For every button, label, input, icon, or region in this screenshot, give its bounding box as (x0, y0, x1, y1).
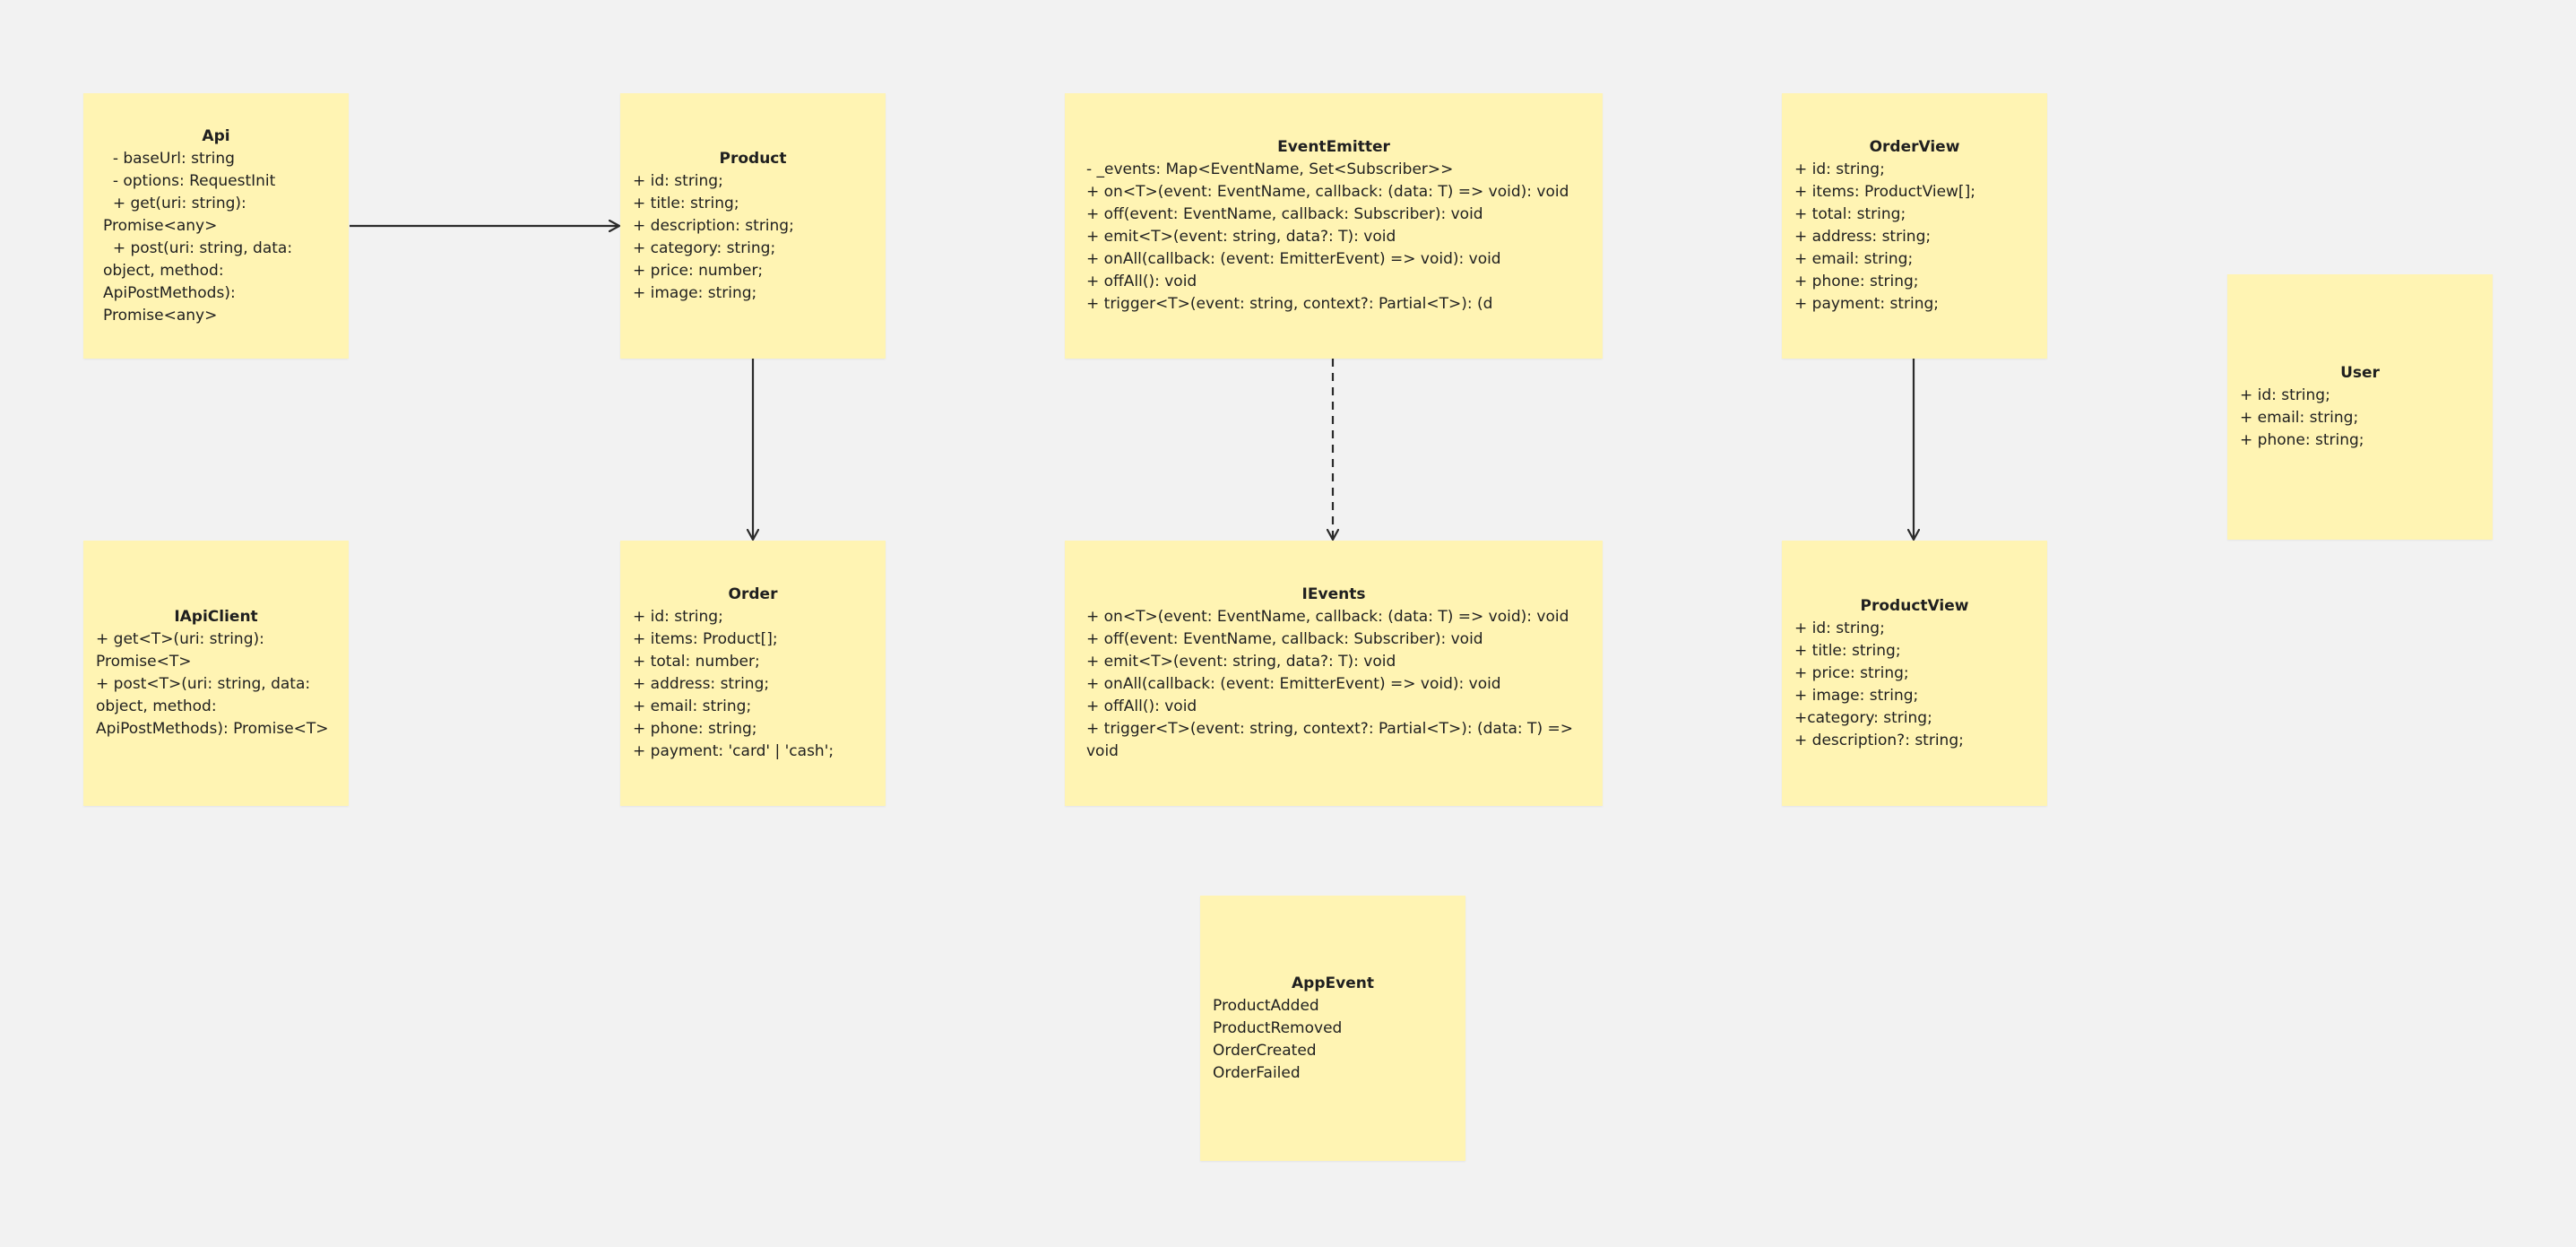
note-lines: - _events: Map<EventName, Set<Subscriber… (1086, 159, 1581, 316)
note-line: + phone: string; (1794, 273, 1919, 290)
note-line: + on<T>(event: EventName, callback: (dat… (1086, 183, 1569, 201)
note-line: + id: string; (1794, 619, 1885, 637)
note-line: - options: RequestInit (103, 171, 276, 190)
note-title: ProductView (1860, 596, 1969, 615)
note-title: IEvents (1301, 585, 1366, 603)
note-lines: + get<T>(uri: string): Promise<T> + post<… (96, 628, 336, 740)
sticky-note-productview[interactable]: ProductView + id: string; + title: string… (1782, 541, 2047, 806)
note-title: EventEmitter (1277, 138, 1390, 156)
note-line: OrderCreated (1213, 1041, 1317, 1060)
note-line: + email: string; (633, 697, 752, 715)
note-line: + get(uri: string): Promise<any> (103, 194, 252, 235)
note-lines: + id: string; + items: ProductView[]; + to… (1794, 159, 2035, 316)
note-line: + on<T>(event: EventName, callback: (dat… (1086, 608, 1569, 626)
note-line: + post<T>(uri: string, data: object, met… (96, 675, 329, 738)
note-line: + onAll(callback: (event: EmitterEvent) … (1086, 675, 1501, 693)
note-line: + phone: string; (2240, 431, 2364, 449)
sticky-note-ievents[interactable]: IEvents + on<T>(event: EventName, callba… (1065, 541, 1603, 806)
whiteboard-canvas[interactable]: Api - baseUrl: string - options: Request… (0, 0, 2576, 1247)
note-line: + id: string; (633, 608, 723, 626)
note-line: + title: string; (1794, 641, 1901, 660)
sticky-note-iapiclient[interactable]: IApiClient + get<T>(uri: string): Promis… (83, 541, 349, 806)
note-lines: + on<T>(event: EventName, callback: (dat… (1086, 606, 1581, 763)
note-title: Api (202, 126, 230, 145)
note-line: + items: Product[]; (633, 630, 778, 648)
note-title: Product (719, 149, 787, 168)
note-line: + onAll(callback: (event: EmitterEvent) … (1086, 250, 1501, 268)
note-title: AppEvent (1292, 974, 1374, 992)
sticky-note-order[interactable]: Order + id: string; + items: Product[]; + … (620, 541, 886, 806)
note-line: + description?: string; (1794, 731, 1964, 749)
note-line: + total: string; (1794, 205, 1906, 223)
note-line: + off(event: EventName, callback: Subscr… (1086, 630, 1483, 648)
note-line: + title: string; (633, 194, 739, 212)
note-title: IApiClient (174, 608, 258, 626)
note-lines: + id: string; + email: string; + phone: st… (2240, 385, 2480, 452)
note-line: - _events: Map<EventName, Set<Subscriber… (1086, 160, 1454, 178)
note-line: + id: string; (1794, 160, 1885, 178)
note-line: + image: string; (633, 283, 757, 302)
note-line: + email: string; (2240, 409, 2359, 427)
sticky-note-orderview[interactable]: OrderView + id: string; + items: ProductV… (1782, 93, 2047, 359)
note-line: + emit<T>(event: string, data?: T): void (1086, 653, 1396, 671)
note-lines: + id: string; + items: Product[]; + total:… (633, 606, 873, 763)
note-line: + trigger<T>(event: string, context?: Pa… (1086, 720, 1578, 760)
note-line: + phone: string; (633, 720, 757, 738)
sticky-note-api[interactable]: Api - baseUrl: string - options: Request… (83, 93, 349, 359)
note-line: + id: string; (633, 171, 723, 190)
note-line: OrderFailed (1213, 1063, 1301, 1082)
note-title: OrderView (1869, 138, 1960, 156)
note-line: + image: string; (1794, 686, 1919, 705)
note-line: + offAll(): void (1086, 697, 1197, 715)
note-line: ProductAdded (1213, 996, 1319, 1015)
note-line: + emit<T>(event: string, data?: T): void (1086, 228, 1396, 246)
note-title: Order (728, 585, 778, 603)
note-line: + payment: 'card' | 'cash'; (633, 742, 834, 760)
note-line: + address: string; (633, 675, 770, 693)
note-title: User (2340, 364, 2380, 382)
sticky-note-product[interactable]: Product + id: string; + title: string; + d… (620, 93, 886, 359)
note-line: - baseUrl: string (103, 149, 235, 168)
note-lines: ProductAdded ProductRemoved OrderCreated Or… (1213, 995, 1453, 1085)
note-lines: + id: string; + title: string; + price: st… (1794, 618, 2035, 752)
note-line: + price: string; (1794, 663, 1909, 682)
sticky-note-eventemitter[interactable]: EventEmitter - _events: Map<EventName, S… (1065, 93, 1603, 359)
note-line: +category: string; (1794, 708, 1932, 727)
note-lines: - baseUrl: string - options: RequestInit… (96, 148, 336, 327)
note-line: + total: number; (633, 653, 760, 671)
sticky-note-user[interactable]: User + id: string; + email: string; + phon… (2227, 274, 2493, 540)
note-line: + id: string; (2240, 386, 2330, 404)
note-line: + offAll(): void (1086, 273, 1197, 290)
sticky-note-appevent[interactable]: AppEvent ProductAdded ProductRemoved Order… (1200, 896, 1465, 1161)
note-lines: + id: string; + title: string; + descripti… (633, 170, 873, 305)
note-line: + category: string; (633, 238, 776, 257)
note-line: + address: string; (1794, 228, 1932, 246)
note-line: + description: string; (633, 216, 794, 235)
note-line: + payment: string; (1794, 295, 1940, 313)
note-line: + off(event: EventName, callback: Subscr… (1086, 205, 1483, 223)
note-line: + items: ProductView[]; (1794, 183, 1975, 201)
note-line: + trigger<T>(event: string, context?: Pa… (1086, 295, 1493, 313)
note-line: + price: number; (633, 261, 764, 280)
note-line: + get<T>(uri: string): Promise<T> (96, 630, 270, 671)
note-line: + post(uri: string, data: object, method… (103, 238, 298, 325)
note-line: + email: string; (1794, 250, 1914, 268)
note-line: ProductRemoved (1213, 1018, 1343, 1037)
